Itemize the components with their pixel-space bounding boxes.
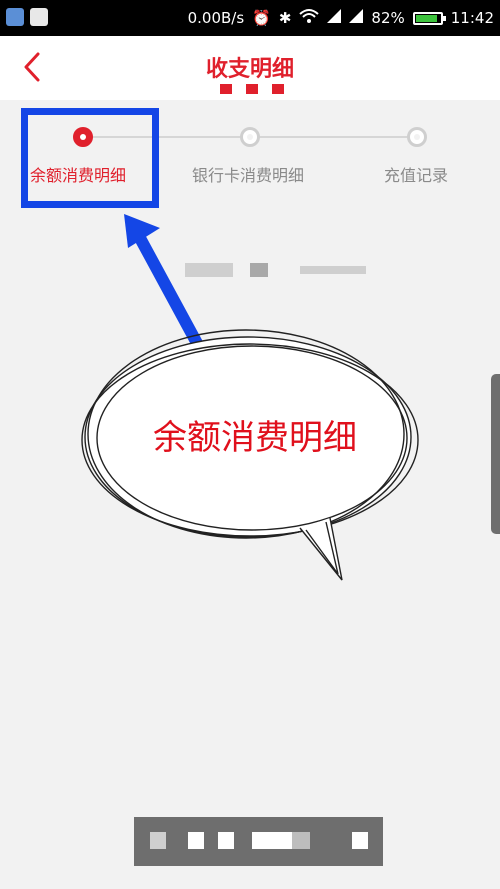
scroll-handle[interactable] bbox=[491, 374, 500, 534]
obscured-content bbox=[252, 832, 292, 849]
obscured-content bbox=[352, 832, 368, 849]
bubble-text: 余额消费明细 bbox=[153, 418, 357, 458]
obscured-content bbox=[150, 832, 166, 849]
obscured-content bbox=[292, 832, 310, 849]
obscured-content bbox=[218, 832, 234, 849]
obscured-content bbox=[188, 832, 204, 849]
bottom-action-button[interactable] bbox=[134, 817, 383, 866]
